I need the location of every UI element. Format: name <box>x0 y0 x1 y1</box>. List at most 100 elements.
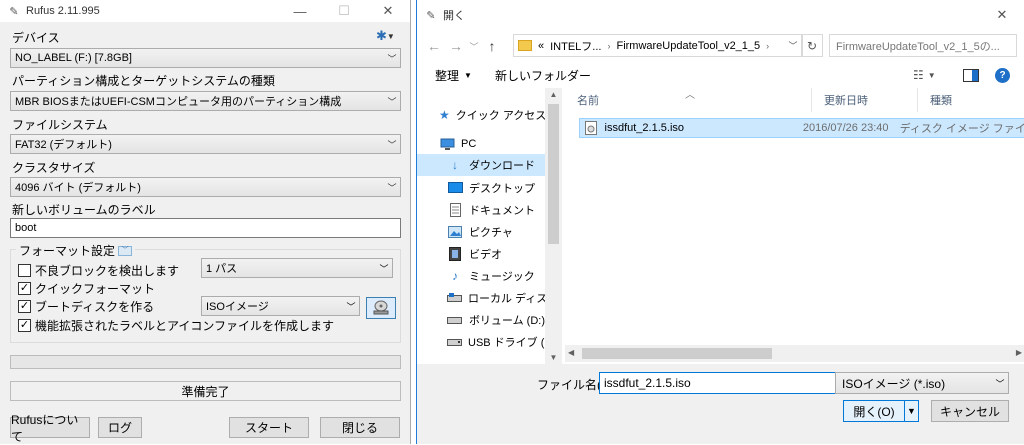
breadcrumb-intel[interactable]: INTELフ... <box>550 38 601 54</box>
extended-label-checkbox[interactable]: ✓ 機能拡張されたラベルとアイコンファイルを作成します <box>18 317 334 334</box>
bad-blocks-label: 不良ブロックを検出します <box>35 264 180 278</box>
progress-bar <box>10 355 401 369</box>
nav-downloads[interactable]: ↓ ダウンロード <box>417 154 545 176</box>
breadcrumb-overflow[interactable]: « <box>538 40 544 52</box>
scroll-right-icon[interactable]: ▶ <box>1016 348 1022 357</box>
nav-quick-access[interactable]: ★ クイック アクセス <box>417 104 545 126</box>
filename-input[interactable]: issdfut_2.1.5.iso <box>599 372 837 394</box>
bootdisk-label: ブートディスクを作る <box>35 300 155 314</box>
minimize-button[interactable]: — <box>278 0 322 22</box>
organize-button[interactable]: 整理 ▼ <box>435 67 472 84</box>
column-header-date[interactable]: 更新日時 <box>812 88 918 112</box>
address-bar[interactable]: « INTELフ... › FirmwareUpdateTool_v2_1_5 … <box>513 34 803 57</box>
recent-chevron-icon[interactable]: ﹀ <box>467 40 481 53</box>
extended-label-text: 機能拡張されたラベルとアイコンファイルを作成します <box>35 319 335 333</box>
scroll-down-icon[interactable]: ▼ <box>545 353 562 362</box>
back-arrow-icon[interactable]: ← <box>423 38 445 54</box>
close-window-button[interactable]: ✕ <box>366 0 410 22</box>
quick-format-checkbox[interactable]: ✓ クイックフォーマット <box>18 280 155 297</box>
rufus-app-icon: ✎ <box>9 5 19 18</box>
column-header-type[interactable]: 種類 <box>918 88 1024 112</box>
partition-select[interactable]: MBR BIOSまたはUEFI-CSMコンピュータ用のパーティション構成 ﹀ <box>10 91 401 111</box>
nav-label: ドキュメント <box>469 205 535 217</box>
nav-label: ボリューム (D:) <box>468 315 545 327</box>
column-header-name[interactable]: 名前 <box>565 88 812 112</box>
preview-pane-icon <box>963 68 979 82</box>
video-icon <box>447 247 463 261</box>
file-row[interactable]: issdfut_2.1.5.iso 2016/07/26 23:40 ディスク … <box>579 118 1024 138</box>
cancel-button[interactable]: キャンセル <box>931 400 1009 422</box>
device-label: デバイス <box>12 31 60 45</box>
up-arrow-icon[interactable]: ↑ <box>481 38 503 54</box>
nav-local-disk[interactable]: ローカル ディスク (C <box>417 287 545 309</box>
boot-type-select[interactable]: ISOイメージ ﹀ <box>201 296 360 316</box>
new-folder-button[interactable]: 新しいフォルダー <box>495 67 591 84</box>
cluster-value: 4096 バイト (デフォルト) <box>15 182 141 194</box>
scroll-up-icon[interactable]: ▲ <box>545 90 562 99</box>
dialog-app-icon: ✎ <box>426 9 436 22</box>
expand-chevron-icon[interactable]: ﹀ <box>118 245 133 256</box>
nav-pc[interactable]: PC <box>417 133 545 155</box>
open-button[interactable]: 開く(O) ▼ <box>843 400 919 422</box>
refresh-button[interactable]: ↻ <box>801 34 823 57</box>
dropdown-arrow-icon: ▼ <box>927 70 936 80</box>
picture-icon <box>447 225 463 239</box>
dialog-close-button[interactable]: ✕ <box>980 0 1024 30</box>
file-hscrollbar[interactable]: ◀ ▶ <box>565 345 1024 362</box>
disc-drive-icon <box>373 300 389 315</box>
cluster-select[interactable]: 4096 バイト (デフォルト) ﹀ <box>10 177 401 197</box>
nav-label: ピクチャ <box>469 227 513 239</box>
nav-pictures[interactable]: ピクチャ <box>417 221 545 243</box>
hscroll-thumb[interactable] <box>582 348 772 359</box>
bootdisk-checkbox[interactable]: ✓ ブートディスクを作る <box>18 298 154 315</box>
usb-icon <box>447 335 462 349</box>
nav-scroll-thumb[interactable] <box>548 104 559 244</box>
status-bar: 準備完了 <box>10 381 401 401</box>
scroll-left-icon[interactable]: ◀ <box>568 348 574 357</box>
quick-format-label: クイックフォーマット <box>35 282 156 296</box>
dialog-titlebar: ✎ 開く ✕ <box>417 0 1024 30</box>
chevron-down-icon: ﹀ <box>379 263 389 274</box>
volume-input[interactable]: boot <box>10 218 401 238</box>
pass-select[interactable]: 1 パス ﹀ <box>201 258 393 278</box>
chevron-down-icon: ﹀ <box>387 53 397 64</box>
open-button-label: 開く(O) <box>853 404 895 419</box>
forward-arrow-icon[interactable]: → <box>445 38 467 54</box>
nav-label: クイック アクセス <box>455 110 545 122</box>
address-dropdown-icon[interactable]: ﹀ <box>784 39 802 52</box>
select-image-button[interactable] <box>366 297 396 319</box>
help-button[interactable]: ? <box>995 67 1010 83</box>
nav-usb-drive[interactable]: USB ドライブ (F:) <box>417 331 545 353</box>
nav-music[interactable]: ♪ ミュージック <box>417 265 545 287</box>
log-button[interactable]: ログ <box>98 417 142 438</box>
maximize-button: ☐ <box>338 3 350 18</box>
chevron-down-icon: ﹀ <box>995 378 1005 389</box>
device-select[interactable]: NO_LABEL (F:) [7.8GB] ﹀ <box>10 48 401 68</box>
bad-blocks-checkbox[interactable]: 不良ブロックを検出します <box>18 262 179 279</box>
breadcrumb-current[interactable]: FirmwareUpdateTool_v2_1_5 <box>616 40 760 52</box>
nav-scrollbar[interactable]: ▲ ▼ <box>545 88 562 364</box>
partition-label: パーティション構成とターゲットシステムの種類 <box>12 74 275 88</box>
start-button[interactable]: スタート <box>229 417 309 438</box>
breadcrumb-separator-icon: › <box>766 40 770 51</box>
filesystem-select[interactable]: FAT32 (デフォルト) ﹀ <box>10 134 401 154</box>
folder-icon <box>518 40 532 51</box>
format-group-title: フォーマット設定 ﹀ <box>16 242 136 259</box>
nav-volume-d[interactable]: ボリューム (D:) <box>417 309 545 331</box>
chevron-down-icon: ﹀ <box>387 182 397 193</box>
nav-desktop[interactable]: デスクトップ <box>417 177 545 199</box>
settings-button[interactable]: ✱ ▼ <box>376 28 395 44</box>
file-type-filter[interactable]: ISOイメージ (*.iso) ﹀ <box>835 372 1009 394</box>
rufus-window: ✎ Rufus 2.11.995 — ☐ ✕ デバイス ✱ ▼ NO_LABEL … <box>0 0 411 444</box>
nav-videos[interactable]: ビデオ <box>417 243 545 265</box>
dialog-toolbar: 整理 ▼ 新しいフォルダー ☷ ▼ ? <box>417 62 1024 88</box>
search-input[interactable]: FirmwareUpdateTool_v2_1_5の... <box>829 34 1017 57</box>
preview-pane-button[interactable] <box>963 68 979 82</box>
open-dropdown-icon[interactable]: ▼ <box>904 401 918 421</box>
dropdown-arrow-icon: ▼ <box>464 70 472 80</box>
nav-documents[interactable]: ドキュメント <box>417 199 545 221</box>
about-button[interactable]: Rufusについて <box>10 413 90 444</box>
view-options-button[interactable]: ☷ ▼ <box>913 68 936 82</box>
close-button[interactable]: 閉じる <box>320 417 400 438</box>
address-row: ← → ﹀ ↑ « INTELフ... › FirmwareUpdateTool… <box>417 34 1024 58</box>
